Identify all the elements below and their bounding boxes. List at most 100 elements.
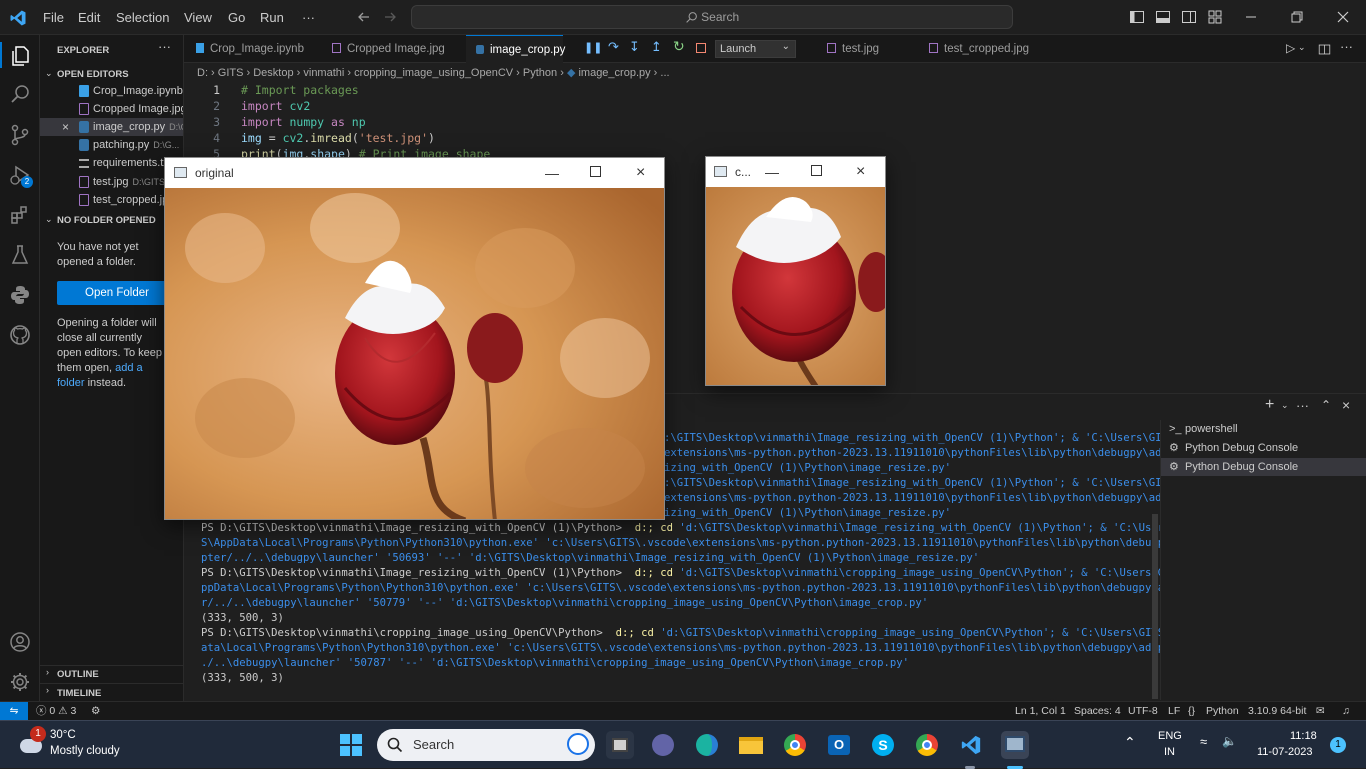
tab-test-jpg[interactable]: test.jpg xyxy=(817,35,907,63)
feedback-icon[interactable]: ✉ xyxy=(1316,702,1325,720)
maximize-panel-icon[interactable]: ⌃ xyxy=(1321,398,1331,412)
github-icon[interactable] xyxy=(8,323,32,347)
tab-image-crop-py[interactable]: image_crop.py xyxy=(466,35,565,63)
close-icon[interactable] xyxy=(1335,9,1351,25)
search-icon[interactable] xyxy=(8,83,32,107)
braces-icon[interactable]: {} xyxy=(1188,702,1195,720)
tab-crop-image-ipynb[interactable]: Crop_Image.ipynb xyxy=(184,35,324,63)
restore-icon[interactable] xyxy=(1289,9,1305,25)
toggle-secondary-sidebar-icon[interactable] xyxy=(1181,9,1197,25)
open-editor-item[interactable]: Crop_Image.ipynb xyxy=(40,82,183,100)
chevron-down-icon[interactable]: ⌄ xyxy=(1298,42,1306,53)
maximize-icon[interactable] xyxy=(590,166,601,177)
no-folder-header[interactable]: NO FOLDER OPENED xyxy=(57,215,156,226)
explorer-icon[interactable] xyxy=(8,44,32,68)
pause-icon[interactable]: ❚❚ xyxy=(584,41,602,54)
customize-layout-icon[interactable] xyxy=(1207,9,1223,25)
forward-arrow-icon[interactable] xyxy=(382,9,398,25)
new-terminal-icon[interactable]: + xyxy=(1265,396,1274,414)
source-control-icon[interactable] xyxy=(8,123,32,147)
start-button[interactable] xyxy=(338,732,364,758)
back-arrow-icon[interactable] xyxy=(356,9,372,25)
minimize-icon[interactable]: — xyxy=(545,158,559,188)
menu-view[interactable]: View xyxy=(184,0,212,35)
weather-description[interactable]: Mostly cloudy xyxy=(50,745,120,757)
wifi-icon[interactable]: ≈ xyxy=(1200,734,1207,749)
menu-file[interactable]: File xyxy=(43,0,64,35)
minimize-icon[interactable] xyxy=(1243,9,1259,25)
notification-badge[interactable]: 1 xyxy=(1330,737,1346,753)
open-editor-item[interactable]: test_cropped.jpg xyxy=(40,191,183,209)
remote-indicator[interactable]: ⇋ xyxy=(0,702,28,720)
open-editors-header[interactable]: OPEN EDITORS xyxy=(57,69,129,80)
panel-more-actions[interactable]: ··· xyxy=(1296,398,1309,413)
terminal-instance-debug-console[interactable]: ⚙ Python Debug Console xyxy=(1161,439,1366,457)
breadcrumb-segment[interactable]: cropping_image_using_OpenCV xyxy=(354,67,513,79)
taskbar-python-active[interactable] xyxy=(1001,731,1029,759)
menu-run[interactable]: Run xyxy=(260,0,284,35)
split-editor-icon[interactable] xyxy=(1318,43,1331,56)
notifications-bell-icon[interactable]: ♫ xyxy=(1342,702,1350,720)
end-of-line[interactable]: LF xyxy=(1168,702,1180,720)
python-interpreter[interactable]: 3.10.9 64-bit xyxy=(1248,702,1306,720)
breadcrumb-segment[interactable]: GITS xyxy=(218,67,244,79)
clock-time[interactable]: 11:18 xyxy=(1290,730,1317,742)
debug-status-icon[interactable]: ⚙ xyxy=(91,702,100,720)
taskbar-teams[interactable] xyxy=(649,731,677,759)
open-editor-item[interactable]: Cropped Image.jpg xyxy=(40,100,183,118)
close-icon[interactable]: × xyxy=(62,118,69,136)
terminal-scrollbar[interactable] xyxy=(1152,514,1158,699)
taskbar-chrome-profile[interactable] xyxy=(913,731,941,759)
breadcrumb-segment[interactable]: Python xyxy=(523,67,557,79)
command-center-search[interactable]: Search xyxy=(411,5,1013,29)
encoding[interactable]: UTF-8 xyxy=(1128,702,1158,720)
step-out-icon[interactable]: ↥ xyxy=(651,39,662,55)
toggle-sidebar-icon[interactable] xyxy=(1129,9,1145,25)
taskbar-outlook[interactable]: O xyxy=(825,731,853,759)
stop-icon[interactable] xyxy=(696,43,706,53)
breadcrumb-symbols[interactable]: ... xyxy=(660,67,669,79)
close-icon[interactable]: × xyxy=(636,158,645,188)
close-panel-icon[interactable]: × xyxy=(1342,397,1350,413)
step-over-icon[interactable]: ↷ xyxy=(608,39,619,55)
breadcrumb-drive[interactable]: D: xyxy=(197,67,208,79)
minimize-icon[interactable]: — xyxy=(765,157,779,187)
taskbar-chrome[interactable] xyxy=(781,731,809,759)
taskbar-vscode[interactable] xyxy=(957,731,985,759)
taskbar-task-view[interactable] xyxy=(606,731,634,759)
taskbar-search-box[interactable]: Search xyxy=(377,729,595,761)
toggle-panel-icon[interactable] xyxy=(1155,9,1171,25)
weather-temp[interactable]: 30°C xyxy=(50,729,76,741)
open-editor-item[interactable]: requirements.txt xyxy=(40,154,183,172)
launch-config-select[interactable]: Launch ⌄ xyxy=(715,40,796,58)
terminal-instance-powershell[interactable]: >_ powershell xyxy=(1161,420,1366,438)
menu-edit[interactable]: Edit xyxy=(78,0,100,35)
explorer-more-actions[interactable]: ··· xyxy=(158,39,171,54)
chevron-right-icon[interactable]: › xyxy=(46,685,49,695)
chevron-down-icon[interactable]: ⌄ xyxy=(45,214,53,225)
menu-selection[interactable]: Selection xyxy=(116,0,169,35)
input-language[interactable]: ENG xyxy=(1158,730,1182,742)
settings-gear-icon[interactable] xyxy=(8,670,32,694)
chevron-right-icon[interactable]: › xyxy=(46,667,49,677)
weather-widget[interactable]: 1 xyxy=(16,726,46,759)
indentation[interactable]: Spaces: 4 xyxy=(1074,702,1121,720)
chevron-up-icon[interactable]: ⌃ xyxy=(1124,734,1136,751)
run-python-icon[interactable]: ▷ xyxy=(1286,41,1295,55)
restart-icon[interactable]: ↻ xyxy=(673,38,685,55)
input-region[interactable]: IN xyxy=(1164,746,1175,758)
chevron-down-icon[interactable]: ⌄ xyxy=(45,68,53,79)
extensions-icon[interactable] xyxy=(8,203,32,227)
account-icon[interactable] xyxy=(8,630,32,654)
breadcrumb-segment[interactable]: Desktop xyxy=(253,67,293,79)
terminal-instance-debug-console-active[interactable]: ⚙ Python Debug Console xyxy=(1161,458,1366,476)
problems-indicator[interactable]: ⓧ 0 ⚠ 3 xyxy=(36,702,76,720)
chevron-down-icon[interactable]: ⌄ xyxy=(1281,400,1289,411)
outline-header[interactable]: OUTLINE xyxy=(57,669,99,680)
tab-cropped-image-jpg[interactable]: Cropped Image.jpg xyxy=(324,35,466,63)
taskbar-edge[interactable] xyxy=(693,731,721,759)
menu-go[interactable]: Go xyxy=(228,0,245,35)
tab-test-cropped-jpg[interactable]: test_cropped.jpg xyxy=(919,35,1049,63)
editor-more-actions[interactable]: ··· xyxy=(1340,39,1353,54)
window-title-bar[interactable]: c... — × xyxy=(706,157,885,187)
